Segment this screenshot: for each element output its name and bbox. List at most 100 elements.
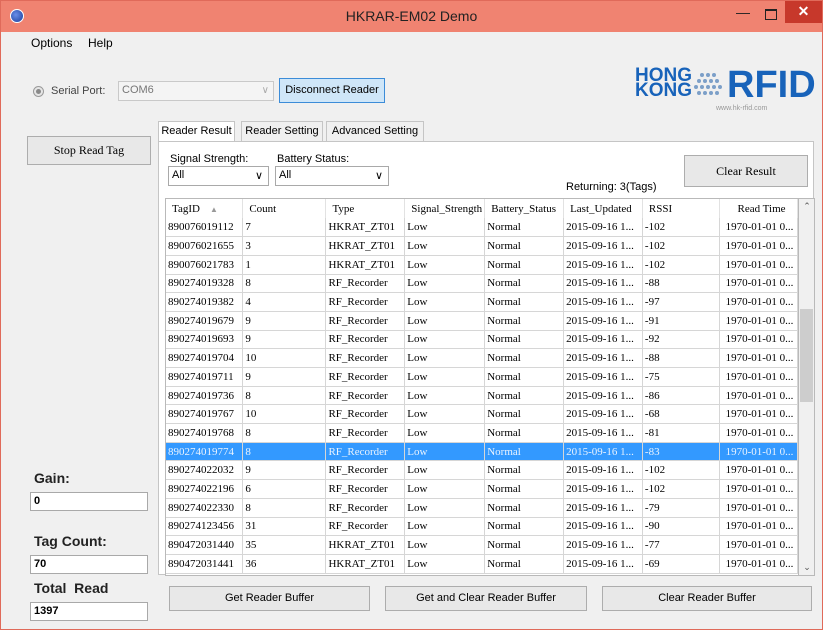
table-cell: RF_Recorder bbox=[325, 386, 406, 406]
logo-url: www.hk-rfid.com bbox=[716, 105, 768, 112]
table-cell: 890274022196 bbox=[166, 479, 244, 499]
tag-results-table[interactable]: TagID ▲ Count Type Signal_Strength Batter… bbox=[165, 198, 799, 576]
table-cell: -79 bbox=[642, 498, 721, 518]
table-cell: 1970-01-01 0... bbox=[719, 498, 798, 518]
disconnect-reader-button[interactable]: Disconnect Reader bbox=[279, 78, 385, 103]
tab-reader-setting[interactable]: Reader Setting bbox=[241, 121, 323, 142]
table-row[interactable]: 890274022330 8 RF_Recorder Low Normal 2015-09… bbox=[166, 498, 798, 518]
table-cell: -90 bbox=[642, 517, 721, 537]
table-cell: -102 bbox=[642, 460, 721, 481]
table-cell: Normal bbox=[484, 554, 565, 574]
table-cell: Low bbox=[404, 348, 486, 368]
get-reader-buffer-button[interactable]: Get Reader Buffer bbox=[169, 586, 370, 611]
table-row[interactable]: 890274019704 10 RF_Recorder Low Normal 2015-0… bbox=[166, 348, 798, 368]
table-cell: -92 bbox=[642, 330, 721, 350]
table-cell: RF_Recorder bbox=[325, 517, 406, 537]
table-cell: 1970-01-01 0... bbox=[719, 218, 798, 238]
clear-reader-buffer-button[interactable]: Clear Reader Buffer bbox=[602, 586, 812, 611]
table-cell: Normal bbox=[484, 330, 565, 350]
table-cell: 1 bbox=[242, 255, 327, 275]
table-cell: Low bbox=[404, 517, 486, 537]
maximize-button[interactable] bbox=[757, 5, 783, 25]
table-row[interactable]: 890472031440 35 HKRAT_ZT01 Low Normal 2015-09… bbox=[166, 535, 798, 555]
signal-strength-select[interactable]: All ∨ bbox=[168, 166, 269, 186]
column-header-signal-strength[interactable]: Signal_Strength bbox=[404, 199, 486, 218]
table-cell: -77 bbox=[642, 535, 721, 555]
column-header-tagid[interactable]: TagID ▲ bbox=[166, 199, 244, 218]
table-row[interactable]: 890274019767 10 RF_Recorder Low Normal 2015-0… bbox=[166, 404, 798, 425]
table-cell: 890274123456 bbox=[166, 517, 244, 537]
chevron-down-icon: ∨ bbox=[374, 170, 383, 182]
scroll-down-icon[interactable]: ⌄ bbox=[799, 562, 815, 573]
table-row[interactable]: 890274019774 8 RF_Recorder Low Normal 2015-09… bbox=[166, 442, 798, 462]
table-row[interactable]: 890076021655 3 HKRAT_ZT01 Low Normal 2015-09-… bbox=[166, 236, 798, 256]
table-cell: 1970-01-01 0... bbox=[719, 479, 798, 499]
table-row[interactable]: 890274019768 8 RF_Recorder Low Normal 2015-09… bbox=[166, 423, 798, 443]
column-header-battery-status[interactable]: Battery_Status bbox=[484, 199, 565, 218]
table-cell: 2015-09-16 1... bbox=[563, 386, 643, 406]
table-cell: -102 bbox=[642, 218, 721, 238]
table-cell: Normal bbox=[484, 535, 565, 555]
get-and-clear-reader-buffer-button[interactable]: Get and Clear Reader Buffer bbox=[385, 586, 587, 611]
table-row[interactable]: 890274019711 9 RF_Recorder Low Normal 2015-09… bbox=[166, 367, 798, 387]
signal-strength-label: Signal Strength: bbox=[170, 153, 249, 165]
table-cell: 890076019112 bbox=[166, 218, 244, 238]
table-row[interactable]: 890274022032 9 RF_Recorder Low Normal 2015-09… bbox=[166, 460, 798, 481]
table-row[interactable]: 890472031441 36 HKRAT_ZT01 Low Normal 2015-09… bbox=[166, 554, 798, 574]
serial-port-select[interactable]: COM6 ∨ bbox=[118, 81, 274, 101]
clear-result-button[interactable]: Clear Result bbox=[684, 155, 808, 187]
battery-status-select[interactable]: All ∨ bbox=[275, 166, 389, 186]
table-row[interactable]: 890274019679 9 RF_Recorder Low Normal 2015-09… bbox=[166, 311, 798, 331]
tag-count-value-field: 70 bbox=[30, 555, 148, 574]
stop-read-tag-button[interactable]: Stop Read Tag bbox=[27, 136, 151, 165]
column-header-rssi[interactable]: RSSI bbox=[642, 199, 721, 218]
battery-status-label: Battery Status: bbox=[277, 153, 350, 165]
scroll-up-icon[interactable]: ⌃ bbox=[799, 201, 815, 212]
scrollbar-thumb[interactable] bbox=[800, 309, 813, 402]
table-cell: Normal bbox=[484, 218, 565, 238]
tab-reader-result[interactable]: Reader Result bbox=[158, 121, 235, 143]
table-cell: Normal bbox=[484, 255, 565, 275]
table-cell: 1970-01-01 0... bbox=[719, 274, 798, 294]
app-window: HKRAR-EM02 Demo — ✕ Options Help Serial … bbox=[0, 0, 823, 630]
serial-port-radio[interactable] bbox=[33, 86, 44, 97]
total-read-value-field: 1397 bbox=[30, 602, 148, 621]
column-header-type[interactable]: Type bbox=[325, 199, 406, 218]
table-cell: Normal bbox=[484, 386, 565, 406]
close-button[interactable]: ✕ bbox=[785, 1, 822, 23]
chevron-down-icon: ∨ bbox=[261, 85, 269, 96]
menu-help[interactable]: Help bbox=[88, 36, 113, 50]
table-cell: 1970-01-01 0... bbox=[719, 367, 798, 387]
table-row[interactable]: 890274019736 8 RF_Recorder Low Normal 2015-09… bbox=[166, 386, 798, 406]
column-header-last-updated[interactable]: Last_Updated bbox=[563, 199, 643, 218]
table-row[interactable]: 890274019382 4 RF_Recorder Low Normal 2015-09… bbox=[166, 292, 798, 312]
table-cell: RF_Recorder bbox=[325, 442, 406, 462]
tab-advanced-setting[interactable]: Advanced Setting bbox=[326, 121, 424, 142]
table-cell: 2015-09-16 1... bbox=[563, 367, 643, 387]
table-row[interactable]: 890076019112 7 HKRAT_ZT01 Low Normal 2015-09-… bbox=[166, 218, 798, 238]
menu-options[interactable]: Options bbox=[31, 36, 72, 50]
column-header-read-time[interactable]: Read Time bbox=[719, 199, 798, 218]
table-row[interactable]: 890274019328 8 RF_Recorder Low Normal 2015-09… bbox=[166, 274, 798, 294]
menu-bar: Options Help bbox=[1, 32, 822, 54]
table-cell: Low bbox=[404, 554, 486, 574]
minimize-button[interactable]: — bbox=[730, 5, 756, 25]
table-row[interactable]: 890274019693 9 RF_Recorder Low Normal 2015-09… bbox=[166, 330, 798, 350]
table-cell: 9 bbox=[242, 330, 327, 350]
table-row[interactable]: 890274022196 6 RF_Recorder Low Normal 2015-09… bbox=[166, 479, 798, 499]
table-cell: 890274019704 bbox=[166, 348, 244, 368]
table-row[interactable]: 890274123456 31 RF_Recorder Low Normal 2015-0… bbox=[166, 517, 798, 537]
table-cell: 890274019679 bbox=[166, 311, 244, 331]
table-cell: Low bbox=[404, 479, 486, 499]
title-bar[interactable]: HKRAR-EM02 Demo — ✕ bbox=[1, 1, 822, 32]
table-cell: RF_Recorder bbox=[325, 460, 406, 481]
table-cell: 1970-01-01 0... bbox=[719, 292, 798, 312]
column-header-count[interactable]: Count bbox=[242, 199, 327, 218]
table-scrollbar[interactable]: ⌃ ⌄ bbox=[799, 198, 815, 576]
table-cell: 10 bbox=[242, 404, 327, 425]
table-row[interactable]: 890076021783 1 HKRAT_ZT01 Low Normal 2015-09-… bbox=[166, 255, 798, 275]
table-cell: 890274022330 bbox=[166, 498, 244, 518]
table-cell: -83 bbox=[642, 442, 721, 462]
table-cell: -75 bbox=[642, 367, 721, 387]
serial-port-value: COM6 bbox=[122, 84, 154, 96]
